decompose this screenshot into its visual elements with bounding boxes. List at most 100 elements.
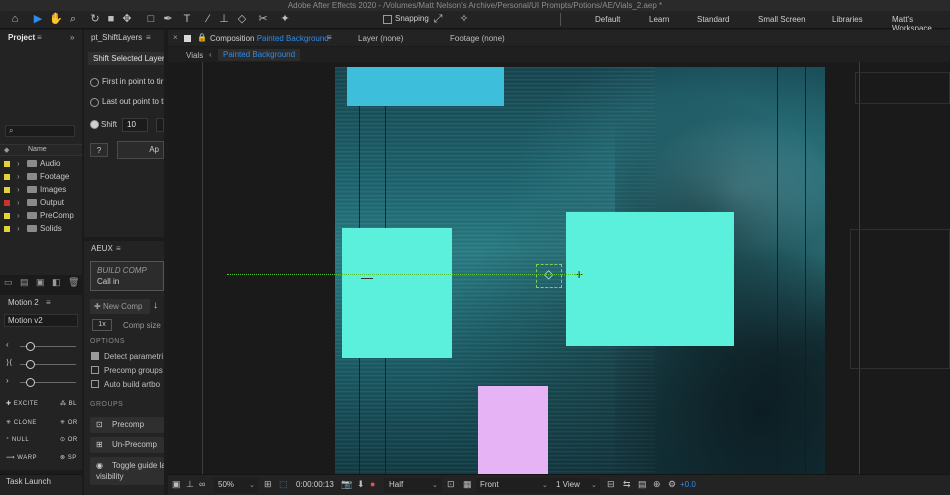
snap-option-icon[interactable]: ⤢ [431, 12, 445, 26]
last-out-radio[interactable] [90, 98, 99, 107]
apply-button[interactable]: Ap [117, 141, 164, 159]
label-tag-icon[interactable]: ◆ [4, 146, 9, 154]
rectangle-tool-icon[interactable]: □ [144, 12, 158, 26]
fast-previews-icon[interactable]: ⇆ [623, 479, 631, 490]
workspace-learn[interactable]: Learn [649, 15, 669, 24]
chevron-right-icon[interactable]: › [17, 170, 20, 183]
workspace-default[interactable]: Default [595, 15, 620, 24]
zoom-dropdown[interactable]: 50% ⌄ [214, 478, 258, 493]
workspace-small-screen[interactable]: Small Screen [758, 15, 806, 24]
precomp-button[interactable]: ⊡ Precomp [90, 417, 164, 433]
label-swatch[interactable] [4, 174, 10, 180]
toggle-pixel-aspect-icon[interactable]: ⊟ [607, 479, 615, 490]
trash-icon[interactable]: 🗑 [68, 277, 79, 288]
label-swatch[interactable] [4, 187, 10, 193]
panel-menu-icon[interactable]: ≡ [327, 33, 332, 42]
chevron-right-icon[interactable]: › [17, 196, 20, 209]
panel-menu-icon[interactable]: ≡ [116, 241, 121, 257]
precomp-groups-checkbox[interactable] [91, 366, 99, 374]
pen-tool-icon[interactable]: ✒ [161, 12, 175, 26]
timeline-icon[interactable]: ▤ [638, 479, 647, 490]
workspace-standard[interactable]: Standard [697, 15, 729, 24]
project-item-footage[interactable]: › Footage [0, 170, 82, 183]
unprecomp-button[interactable]: ⊞ Un-Precomp [90, 437, 164, 453]
project-item-precomp[interactable]: › PreComp [0, 209, 82, 222]
lilac-rectangle-layer[interactable] [478, 386, 548, 474]
shift-unit-dropdown[interactable] [156, 118, 164, 132]
pan-behind-tool-icon[interactable]: ✥ [120, 12, 134, 26]
puppet-pin-tool-icon[interactable]: ✦ [278, 12, 292, 26]
reset-exposure-icon[interactable]: ⚙ [668, 479, 676, 490]
label-swatch[interactable] [4, 213, 10, 219]
chevron-right-icon[interactable]: › [17, 157, 20, 170]
clone-button[interactable]: ✳ CLONE [6, 419, 37, 426]
slider-knob[interactable] [26, 342, 35, 351]
slider-knob[interactable] [26, 360, 35, 369]
panel-menu-icon[interactable]: ≡ [37, 30, 42, 46]
panel-menu-icon[interactable]: ≡ [46, 295, 51, 311]
shift-radio[interactable] [90, 120, 99, 129]
new-comp-icon[interactable]: ▣ [36, 277, 45, 288]
label-swatch[interactable] [4, 161, 10, 167]
help-button[interactable]: ? [90, 143, 108, 157]
motion-slider-3[interactable]: › [6, 376, 80, 388]
camera-tool-icon[interactable]: ■ [104, 12, 118, 26]
project-item-output[interactable]: › Output [0, 196, 82, 209]
views-dropdown[interactable]: 1 View ⌄ [552, 478, 600, 493]
orient-button[interactable]: ⊙ OR [60, 436, 78, 443]
snapshot-icon[interactable]: 📷 [341, 479, 352, 490]
composition-tab[interactable]: Composition Painted Background [210, 34, 329, 43]
arrow-down-icon[interactable]: ↓ [153, 300, 158, 311]
project-item-solids[interactable]: › Solids [0, 222, 82, 235]
project-item-audio[interactable]: › Audio [0, 157, 82, 170]
orbit-button[interactable]: ✳ OR [60, 419, 78, 426]
color-depth-icon[interactable]: ◧ [52, 277, 61, 288]
slider-knob[interactable] [26, 378, 35, 387]
region-of-interest-icon[interactable]: ⊡ [447, 479, 455, 490]
column-name[interactable]: Name [28, 146, 47, 153]
interpret-footage-icon[interactable]: ▭ [4, 277, 13, 288]
shift-layers-tab[interactable]: pt_ShiftLayers [91, 33, 142, 42]
show-snapshot-icon[interactable]: ⬇ [357, 479, 365, 490]
cyan-rectangle-layer-left[interactable] [342, 228, 452, 358]
label-swatch[interactable] [4, 200, 10, 206]
project-search-field[interactable]: ⌕ [5, 125, 75, 137]
snap-align-icon[interactable]: ✧ [457, 12, 471, 26]
footage-tab[interactable]: Footage (none) [450, 34, 505, 43]
new-folder-icon[interactable]: ▤ [20, 277, 29, 288]
grid-guides-icon[interactable]: ⊞ [264, 479, 272, 490]
eraser-tool-icon[interactable]: ◇ [235, 12, 249, 26]
color-channel-icon[interactable]: ● [370, 479, 375, 489]
composition-canvas[interactable]: ◇ + [335, 67, 825, 474]
first-in-radio[interactable] [90, 78, 99, 87]
clone-stamp-tool-icon[interactable]: ⊥ [217, 12, 231, 26]
blue-rectangle-layer[interactable] [347, 67, 504, 106]
3d-view-icon[interactable]: ⊥ [186, 479, 194, 490]
brush-tool-icon[interactable]: ∕ [201, 12, 215, 26]
new-comp-button[interactable]: ✚ New Comp [90, 299, 150, 314]
breadcrumb-vials[interactable]: Vials [186, 51, 203, 60]
breadcrumb-current[interactable]: Painted Background [218, 49, 301, 61]
detect-parametric-checkbox[interactable] [91, 352, 99, 360]
chevron-right-icon[interactable]: › [17, 222, 20, 235]
workspace-libraries[interactable]: Libraries [832, 15, 863, 24]
rotate-tool-icon[interactable]: ↻ [88, 12, 102, 26]
motion-tab[interactable]: Motion 2 [8, 298, 39, 307]
zoom-tool-icon[interactable]: ⌕ [66, 12, 80, 26]
lock-icon[interactable]: 🔒 [197, 33, 207, 42]
composition-viewer[interactable]: ◇ + [168, 62, 950, 474]
chevron-right-icon[interactable]: › [17, 183, 20, 196]
mask-visibility-icon[interactable]: ∞ [199, 479, 205, 489]
aeux-tab[interactable]: AEUX [91, 244, 113, 253]
current-timecode[interactable]: 0:00:00:13 [296, 480, 334, 489]
warp-button[interactable]: ⟿ WARP [6, 454, 37, 461]
comp-flowchart-icon[interactable]: ⊕ [653, 479, 661, 490]
panel-menu-icon[interactable]: ≡ [146, 30, 151, 46]
spin-button[interactable]: ⊗ SP [60, 454, 77, 461]
label-swatch[interactable] [4, 226, 10, 232]
exposure-value[interactable]: +0.0 [680, 480, 696, 489]
shift-amount-input[interactable]: 10 [122, 118, 148, 132]
motion-slider-2[interactable]: ⟩⟨ [6, 358, 80, 370]
always-preview-icon[interactable]: ▣ [172, 479, 181, 490]
chevron-right-icon[interactable]: › [17, 209, 20, 222]
